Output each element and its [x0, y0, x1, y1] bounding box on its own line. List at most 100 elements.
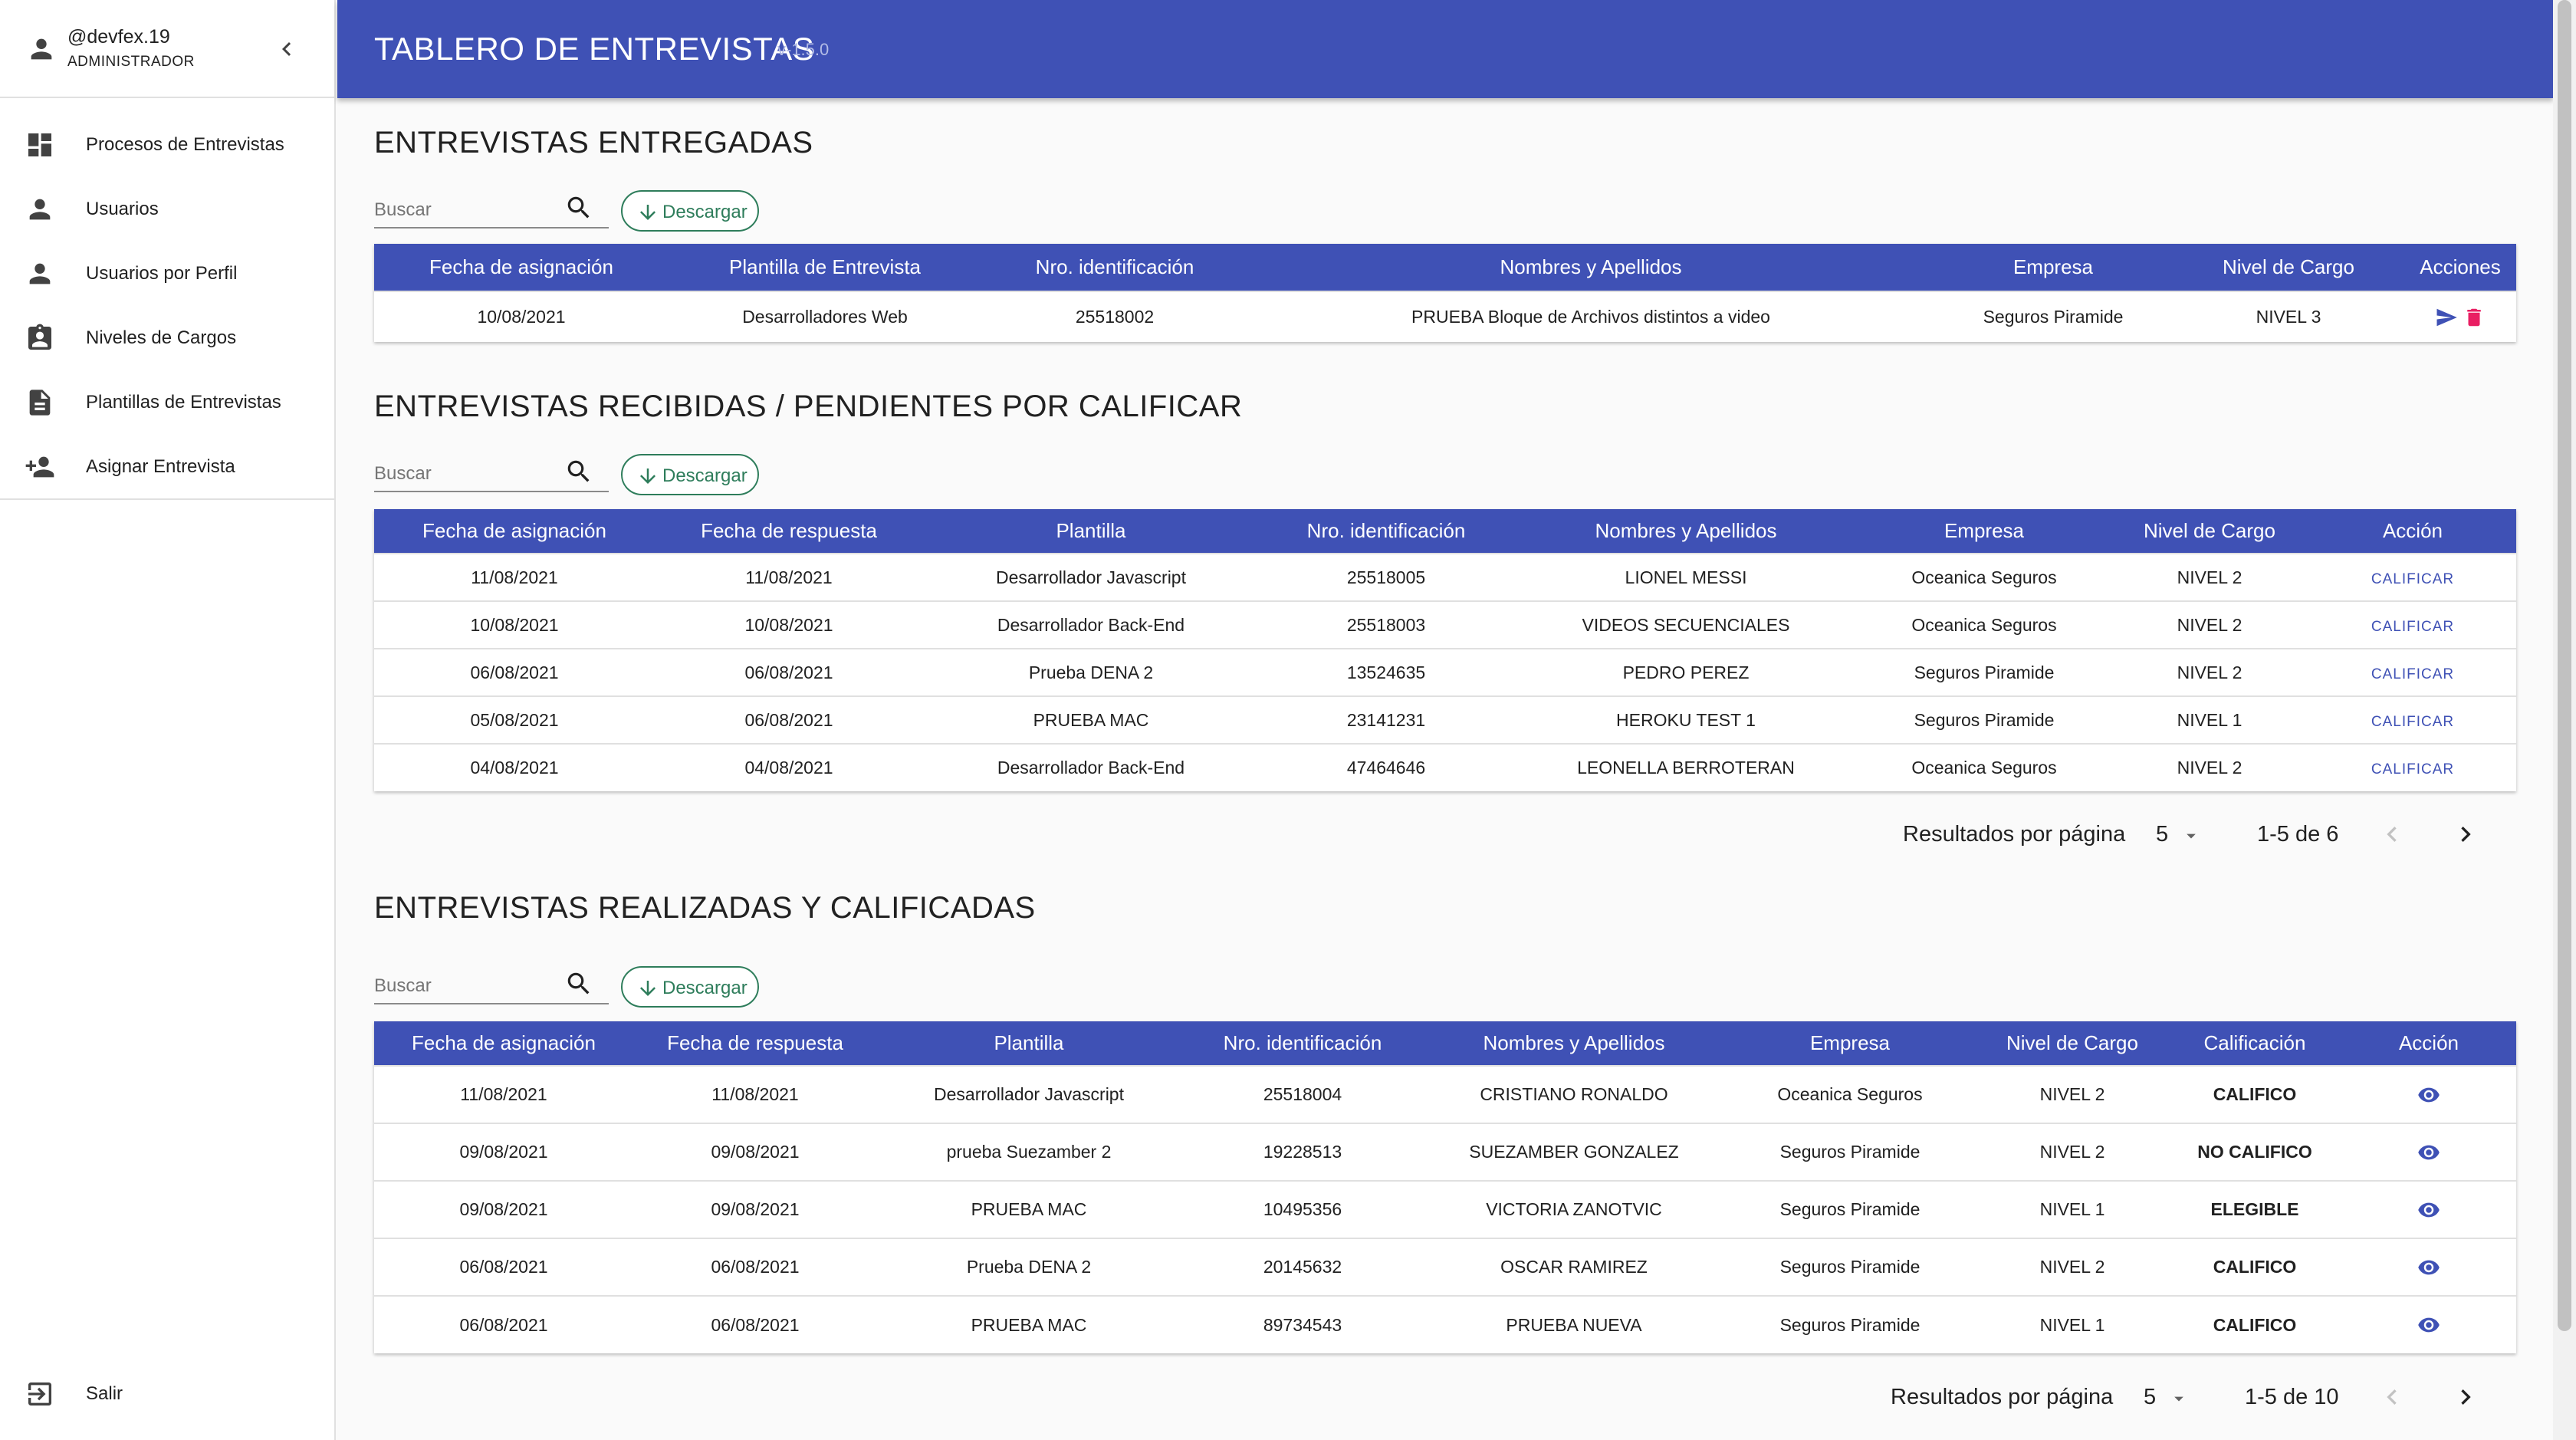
logout-icon — [28, 1382, 51, 1405]
table-row: 09/08/2021 09/08/2021 PRUEBA MAC 1049535… — [374, 1180, 2516, 1238]
column-header: Calificación — [2168, 1021, 2341, 1066]
cell-fecha-respuesta: 06/08/2021 — [633, 1238, 877, 1296]
cell-empresa: Seguros Piramide — [1723, 1180, 1976, 1238]
page-range: 1-5 de 10 — [2245, 1385, 2339, 1409]
calificar-link[interactable]: CALIFICAR — [2371, 619, 2454, 635]
search-input[interactable] — [374, 972, 558, 1000]
calificar-link[interactable]: CALIFICAR — [2371, 761, 2454, 778]
page-size-select[interactable]: 5 — [2156, 819, 2217, 851]
cell-plantilla: Desarrolladores Web — [669, 291, 981, 342]
cell-plantilla: Desarrollador Back-End — [923, 600, 1259, 649]
chevron-right-icon[interactable] — [2450, 1382, 2481, 1412]
cell-fecha-asignacion: 06/08/2021 — [374, 1238, 633, 1296]
section-title-realizadas: ENTREVISTAS REALIZADAS Y CALIFICADAS — [374, 891, 1036, 925]
search-icon[interactable] — [564, 457, 593, 486]
eye-icon[interactable] — [2417, 1198, 2440, 1221]
cell-fecha-respuesta: 11/08/2021 — [655, 553, 923, 601]
cell-nivel: NIVEL 1 — [2110, 695, 2309, 744]
column-header: Empresa — [1723, 1021, 1976, 1066]
table-row: 05/08/2021 06/08/2021 PRUEBA MAC 2314123… — [374, 695, 2516, 744]
cell-accion: CALIFICAR — [2309, 743, 2516, 791]
delete-icon[interactable] — [2463, 306, 2486, 329]
app-version: v-1.5.0 — [777, 40, 830, 59]
send-icon[interactable] — [2435, 306, 2458, 329]
column-header: Plantilla de Entrevista — [669, 244, 981, 291]
cell-fecha-respuesta: 09/08/2021 — [633, 1180, 877, 1238]
logout-button[interactable]: Salir — [0, 1362, 334, 1426]
sidebar-item-label: Niveles de Cargos — [86, 327, 237, 348]
cell-nivel: NIVEL 2 — [1976, 1065, 2168, 1123]
column-header: Plantilla — [877, 1021, 1181, 1066]
chevron-left-icon[interactable] — [2377, 1382, 2407, 1412]
cell-nombres: LEONELLA BERROTERAN — [1513, 743, 1858, 791]
search-icon[interactable] — [564, 193, 593, 222]
sidebar-item-usuarios-perfil[interactable]: Usuarios por Perfil — [0, 242, 334, 306]
rows-per-page-label: Resultados por página — [1891, 1385, 2114, 1409]
cell-plantilla: prueba Suezamber 2 — [877, 1123, 1181, 1181]
menu-divider — [0, 498, 334, 500]
sidebar: @devfex.19 ADMINISTRADOR Procesos de Ent… — [0, 0, 336, 1440]
cell-identificacion: 25518005 — [1259, 553, 1513, 601]
table-entregadas: Fecha de asignación Plantilla de Entrevi… — [374, 244, 2516, 342]
page-range: 1-5 de 6 — [2257, 822, 2339, 847]
column-header: Fecha de respuesta — [633, 1021, 877, 1066]
cell-accion — [2341, 1295, 2516, 1353]
column-header: Nombres y Apellidos — [1513, 509, 1858, 554]
column-header: Acciones — [2404, 244, 2516, 291]
paginator-realizadas: Resultados por página 5 1-5 de 10 — [1855, 1374, 2499, 1420]
table-row: 06/08/2021 06/08/2021 PRUEBA MAC 8973454… — [374, 1295, 2516, 1353]
scrollbar-thumb[interactable] — [2558, 0, 2571, 1331]
column-header: Acción — [2309, 509, 2516, 554]
sidebar-item-procesos[interactable]: Procesos de Entrevistas — [0, 113, 334, 177]
calificar-link[interactable]: CALIFICAR — [2371, 666, 2454, 682]
chevron-left-icon[interactable] — [273, 34, 301, 64]
download-label: Descargar — [662, 978, 748, 998]
page-size-select[interactable]: 5 — [2144, 1382, 2205, 1414]
cell-calificacion: CALIFICO — [2168, 1238, 2341, 1296]
search-icon[interactable] — [564, 969, 593, 998]
column-header: Empresa — [1934, 244, 2173, 291]
sidebar-item-niveles[interactable]: Niveles de Cargos — [0, 306, 334, 370]
table-row: 06/08/2021 06/08/2021 Prueba DENA 2 2014… — [374, 1238, 2516, 1296]
eye-icon[interactable] — [2417, 1141, 2440, 1164]
app-header: TABLERO DE ENTREVISTAS v-1.5.0 — [337, 0, 2553, 98]
cell-nivel: NIVEL 2 — [2110, 743, 2309, 791]
chevron-right-icon[interactable] — [2450, 819, 2481, 850]
page-title: TABLERO DE ENTREVISTAS — [374, 31, 815, 67]
eye-icon[interactable] — [2417, 1313, 2440, 1336]
chevron-left-icon[interactable] — [2377, 819, 2407, 850]
sidebar-item-asignar[interactable]: Asignar Entrevista — [0, 435, 334, 499]
download-label: Descargar — [662, 202, 748, 222]
eye-icon[interactable] — [2417, 1083, 2440, 1106]
sidebar-item-label: Usuarios por Perfil — [86, 263, 238, 284]
column-header: Fecha de asignación — [374, 244, 669, 291]
eye-icon[interactable] — [2417, 1256, 2440, 1279]
download-button[interactable]: Descargar — [621, 966, 759, 1008]
cell-plantilla: PRUEBA MAC — [877, 1180, 1181, 1238]
cell-nivel: NIVEL 2 — [2110, 553, 2309, 601]
caret-down-icon — [2187, 833, 2196, 839]
sidebar-item-plantillas[interactable]: Plantillas de Entrevistas — [0, 370, 334, 435]
cell-identificacion: 10495356 — [1181, 1180, 1424, 1238]
column-header: Plantilla — [923, 509, 1259, 554]
section-title-entregadas: ENTREVISTAS ENTREGADAS — [374, 126, 813, 159]
search-input[interactable] — [374, 460, 558, 488]
download-button[interactable]: Descargar — [621, 190, 759, 232]
calificar-link[interactable]: CALIFICAR — [2371, 714, 2454, 730]
table-row: 06/08/2021 06/08/2021 Prueba DENA 2 1352… — [374, 648, 2516, 696]
sidebar-item-usuarios[interactable]: Usuarios — [0, 177, 334, 242]
download-button[interactable]: Descargar — [621, 454, 759, 495]
cell-plantilla: Desarrollador Back-End — [923, 743, 1259, 791]
calificar-link[interactable]: CALIFICAR — [2371, 571, 2454, 587]
cell-nivel: NIVEL 1 — [1976, 1180, 2168, 1238]
cell-nombres: VIDEOS SECUENCIALES — [1513, 600, 1858, 649]
cell-empresa: Seguros Piramide — [1723, 1123, 1976, 1181]
cell-empresa: Seguros Piramide — [1858, 648, 2110, 696]
cell-empresa: Seguros Piramide — [1723, 1238, 1976, 1296]
sidebar-menu: Procesos de Entrevistas Usuarios Usuario… — [0, 113, 334, 499]
cell-empresa: Oceanica Seguros — [1723, 1065, 1976, 1123]
search-input[interactable] — [374, 196, 558, 224]
cell-nombres: CRISTIANO RONALDO — [1424, 1065, 1723, 1123]
cell-nombres: PRUEBA NUEVA — [1424, 1295, 1723, 1353]
cell-accion — [2341, 1065, 2516, 1123]
